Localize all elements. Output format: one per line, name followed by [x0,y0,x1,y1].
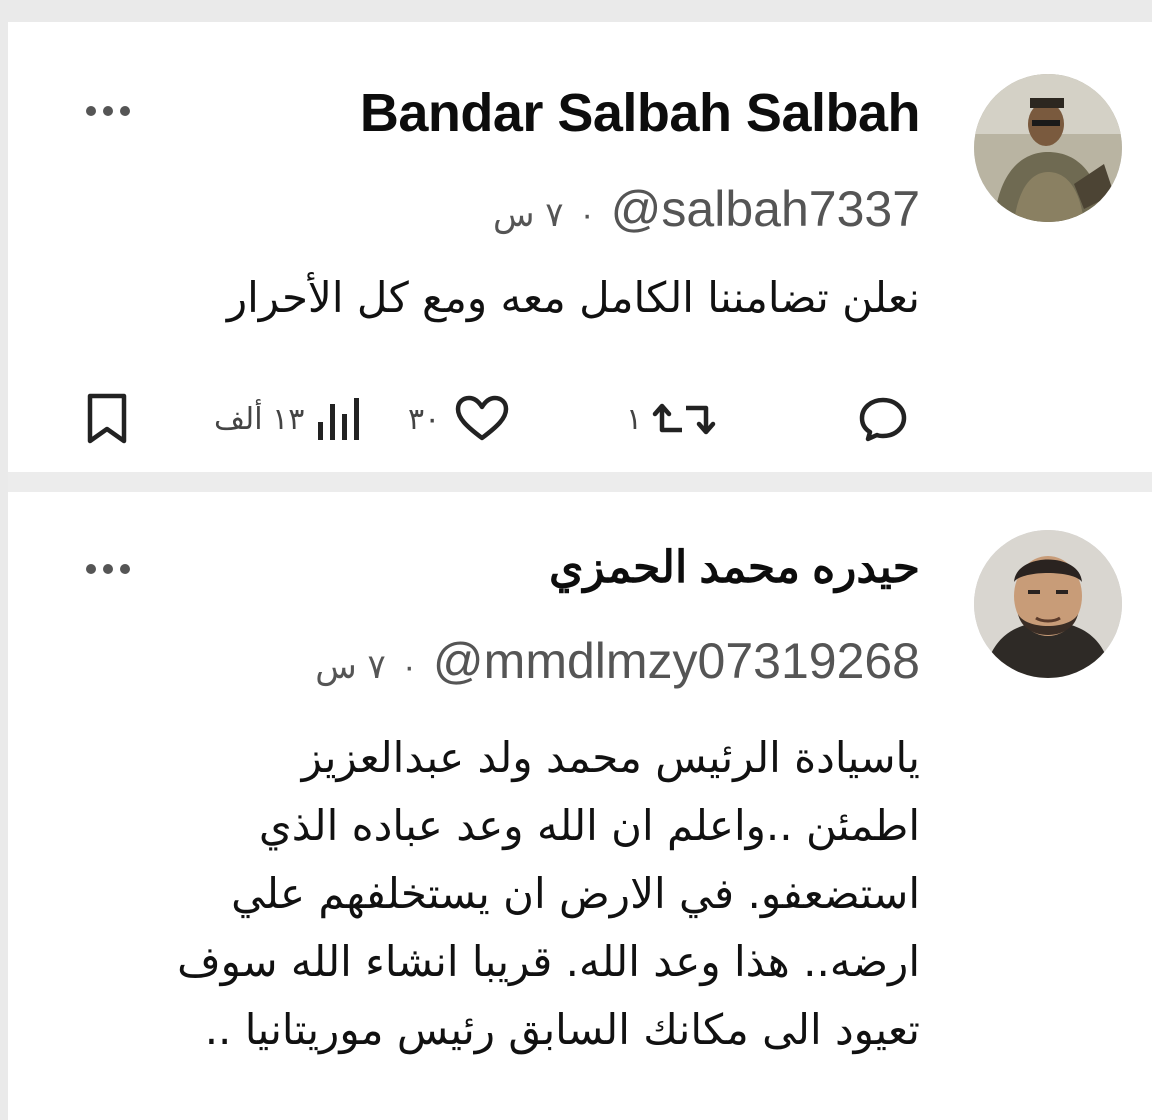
post-text-line: اطمئن ..واعلم ان الله وعد عباده الذي [258,801,920,850]
author-handle[interactable]: @mmdlmzy07319268 [433,633,920,689]
post-text-line: استضعفو. في الارض ان يستخلفهم علي [231,869,920,918]
post-text: نعلن تضامننا الكامل معه ومع كل الأحرار [120,267,920,329]
views-button[interactable]: ١٣ ألف [214,384,366,454]
post-time[interactable]: ٧ س [493,195,564,235]
post-text-line: ارضه.. هذا وعد الله. قريبا انشاء الله سو… [177,937,920,986]
author-name[interactable]: حيدره محمد الحمزي [549,542,920,593]
more-options-icon[interactable] [78,100,138,120]
post-text-line: ياسيادة الرئيس محمد ولد عبدالعزيز [301,733,920,782]
screenshot-frame: Bandar Salbah Salbah ٧ س · @salbah7337 ن… [8,22,1152,1120]
action-bar: ١ ٣٠ ١٣ ألف [78,384,938,454]
bookmark-button[interactable] [84,384,130,454]
post-card[interactable]: Bandar Salbah Salbah ٧ س · @salbah7337 ن… [8,22,1152,472]
bookmark-icon [87,393,127,444]
handle-line: ٧ س · @mmdlmzy07319268 [315,632,920,690]
post-text: ياسيادة الرئيس محمد ولد عبدالعزيز اطمئن … [60,724,920,1064]
reply-button[interactable] [856,384,910,454]
avatar[interactable] [974,530,1122,678]
like-button[interactable]: ٣٠ [408,384,512,454]
separator-dot: · [403,648,415,686]
author-handle[interactable]: @salbah7337 [611,181,920,237]
post-time[interactable]: ٧ س [315,647,386,687]
views-count: ١٣ ألف [214,401,305,437]
reply-icon [859,397,907,442]
heart-icon [455,395,509,441]
handle-line: ٧ س · @salbah7337 [493,180,920,238]
post-text-line: نعلن تضامننا الكامل معه ومع كل الأحرار [226,273,920,322]
post-card[interactable]: حيدره محمد الحمزي ٧ س · @mmdlmzy07319268… [8,492,1152,1120]
avatar[interactable] [974,74,1122,222]
repost-icon [652,403,716,435]
repost-button[interactable]: ١ [626,384,716,454]
post-divider [8,472,1152,492]
author-name[interactable]: Bandar Salbah Salbah [360,82,921,144]
like-count: ٣٠ [408,401,441,437]
repost-count: ١ [626,401,643,437]
post-text-line: تعيود الى مكانك السابق رئيس موريتانيا .. [204,1005,920,1054]
views-chart-icon [318,398,360,440]
separator-dot: · [581,196,593,234]
more-options-icon[interactable] [78,558,138,578]
